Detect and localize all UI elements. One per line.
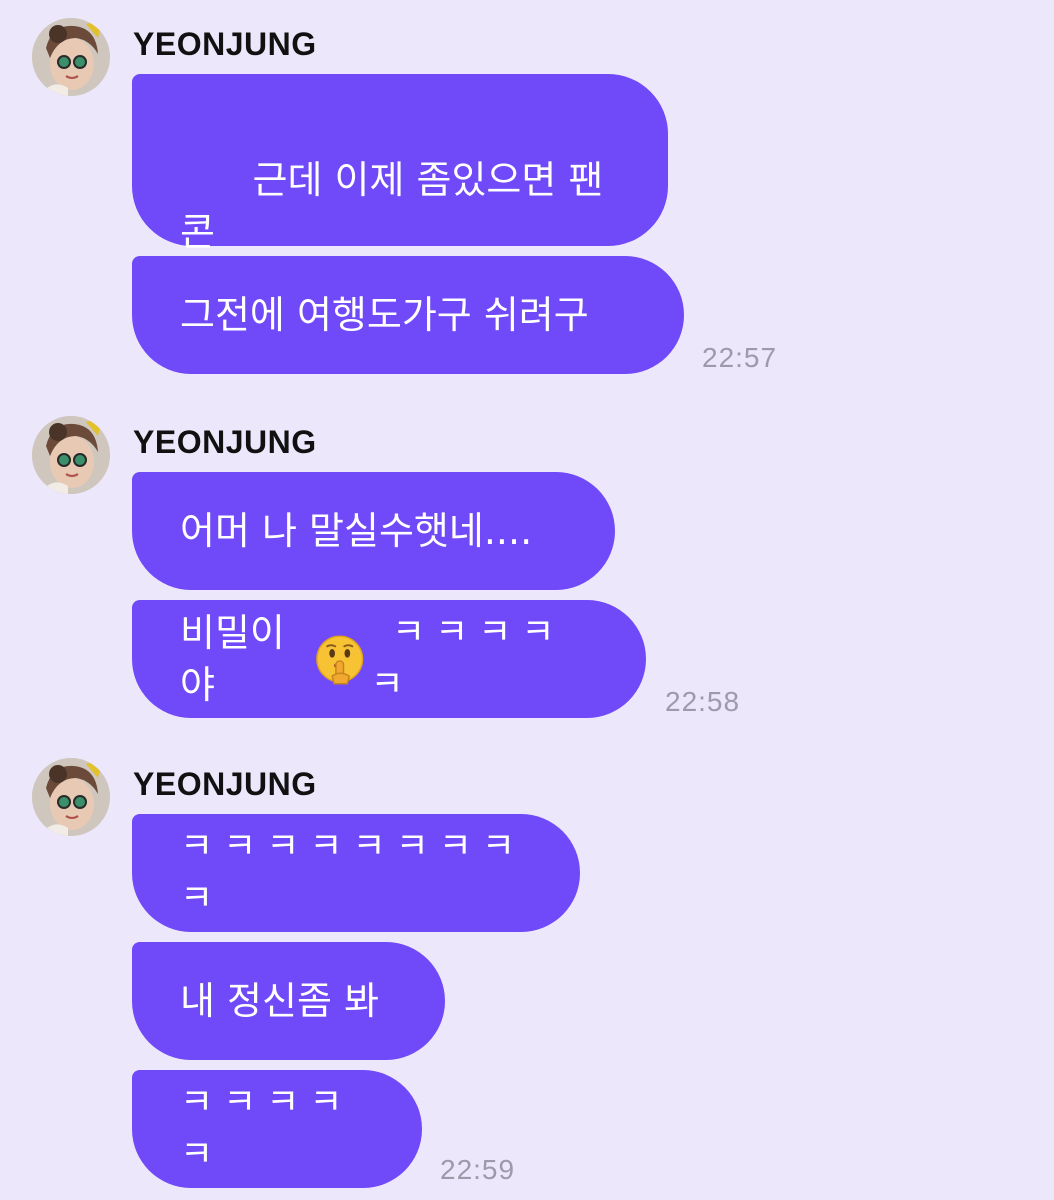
message-bubble[interactable]: 그전에 여행도가구 쉬려구 bbox=[132, 256, 684, 374]
message-text: 비밀이야 bbox=[180, 611, 285, 707]
message-bubble[interactable]: 내 정신좀 봐 bbox=[132, 942, 445, 1060]
avatar[interactable] bbox=[32, 416, 110, 494]
chat-thread[interactable]: YEONJUNG 근데 이제 좀있으면 팬콘 준비도 해야하니 그전에 여행도가… bbox=[0, 0, 1054, 1200]
message-text: ㅋㅋㅋㅋㅋㅋㅋㅋㅋ bbox=[180, 826, 525, 919]
sender-name: YEONJUNG bbox=[133, 424, 317, 460]
message-text: ㅋㅋㅋㅋㅋ bbox=[370, 612, 565, 705]
profile-photo-icon bbox=[32, 416, 110, 494]
message-text: 그전에 여행도가구 쉬려구 bbox=[180, 293, 589, 337]
message-text: 어머 나 말실수햇네.... bbox=[180, 509, 533, 553]
avatar[interactable] bbox=[32, 18, 110, 96]
profile-photo-icon bbox=[32, 18, 110, 96]
message-bubble[interactable]: 비밀이야 ㅋㅋㅋㅋㅋ bbox=[132, 600, 646, 718]
shushing-face-icon bbox=[316, 635, 364, 685]
sender-name: YEONJUNG bbox=[133, 26, 317, 62]
sender-name: YEONJUNG bbox=[133, 766, 317, 802]
message-timestamp: 22:59 bbox=[440, 1154, 516, 1185]
avatar[interactable] bbox=[32, 758, 110, 836]
message-text: ㅋㅋㅋㅋㅋ bbox=[180, 1082, 353, 1175]
message-timestamp: 22:57 bbox=[702, 342, 778, 373]
message-bubble[interactable]: 어머 나 말실수햇네.... bbox=[132, 472, 615, 590]
message-timestamp: 22:58 bbox=[665, 686, 741, 717]
message-bubble[interactable]: 근데 이제 좀있으면 팬콘 준비도 해야하니 bbox=[132, 74, 668, 306]
profile-photo-icon bbox=[32, 758, 110, 836]
message-bubble[interactable]: ㅋㅋㅋㅋㅋ bbox=[132, 1070, 422, 1188]
message-bubble[interactable]: ㅋㅋㅋㅋㅋㅋㅋㅋㅋ bbox=[132, 814, 580, 932]
message-text: 내 정신좀 봐 bbox=[180, 979, 379, 1023]
